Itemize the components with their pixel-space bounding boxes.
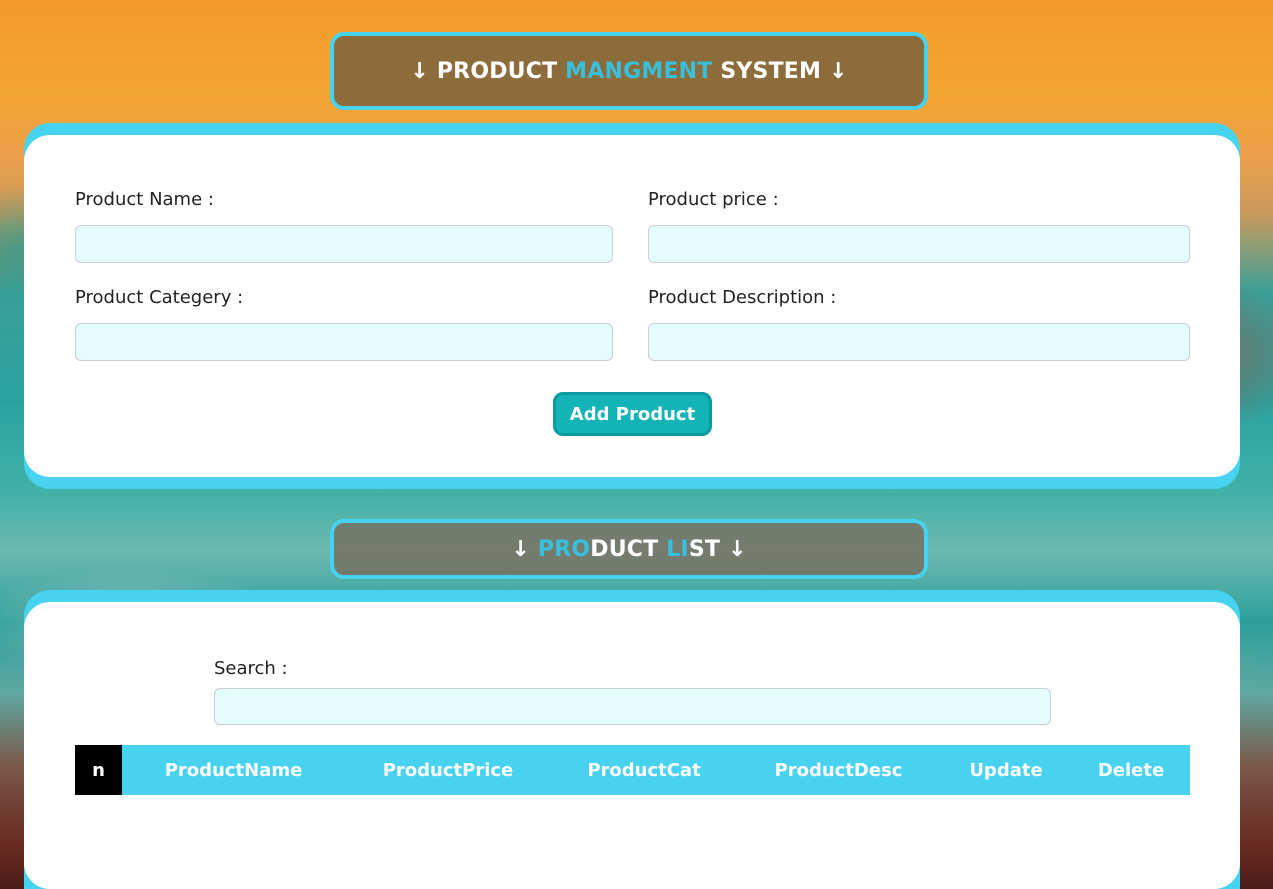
column-header-product-name: ProductName [164,759,303,781]
product-price-input[interactable] [648,225,1190,263]
search-input[interactable] [214,688,1051,725]
down-arrow-icon: ↓ [511,536,538,562]
product-form-card: Product Name : Product price : Product C… [24,123,1240,489]
column-header-delete: Delete [1097,759,1165,781]
product-form-panel: Product Name : Product price : Product C… [24,135,1240,477]
list-title-pro: PRO [537,536,591,562]
down-arrow-icon: ↓ [828,58,848,84]
page-title-banner: ↓ PRODUCT MANGMENT SYSTEM ↓ [330,32,928,110]
column-header-index: n [75,745,122,795]
add-product-button[interactable]: Add Product [553,392,712,436]
search-label: Search : [214,658,288,679]
product-description-label: Product Description : [648,287,837,308]
product-name-input[interactable] [75,225,613,263]
product-table-header: n ProductName ProductPrice ProductCat Pr… [75,745,1190,795]
product-category-label: Product Categery : [75,287,244,308]
title-text-highlight: MANGMENT [565,58,713,84]
product-name-label: Product Name : [75,189,214,210]
down-arrow-icon: ↓ [720,536,747,562]
product-list-panel: Search : n ProductName ProductPrice Prod… [24,602,1240,889]
product-list-banner: ↓ PRO DUCT LI ST ↓ [330,519,928,579]
product-price-label: Product price : [648,189,779,210]
product-list-card: Search : n ProductName ProductPrice Prod… [24,590,1240,889]
list-title-li: LI [666,536,689,562]
column-header-product-price: ProductPrice [382,759,514,781]
list-title-st: ST [688,536,721,562]
product-category-input[interactable] [75,323,613,361]
product-description-input[interactable] [648,323,1190,361]
down-arrow-icon: ↓ [410,58,429,84]
column-header-update: Update [969,759,1043,781]
title-text-part2: SYSTEM [712,58,829,84]
column-header-product-cat: ProductCat [587,759,701,781]
column-header-product-desc: ProductDesc [774,759,903,781]
list-title-duct: DUCT [590,536,667,562]
title-text-part1: PRODUCT [429,58,566,84]
